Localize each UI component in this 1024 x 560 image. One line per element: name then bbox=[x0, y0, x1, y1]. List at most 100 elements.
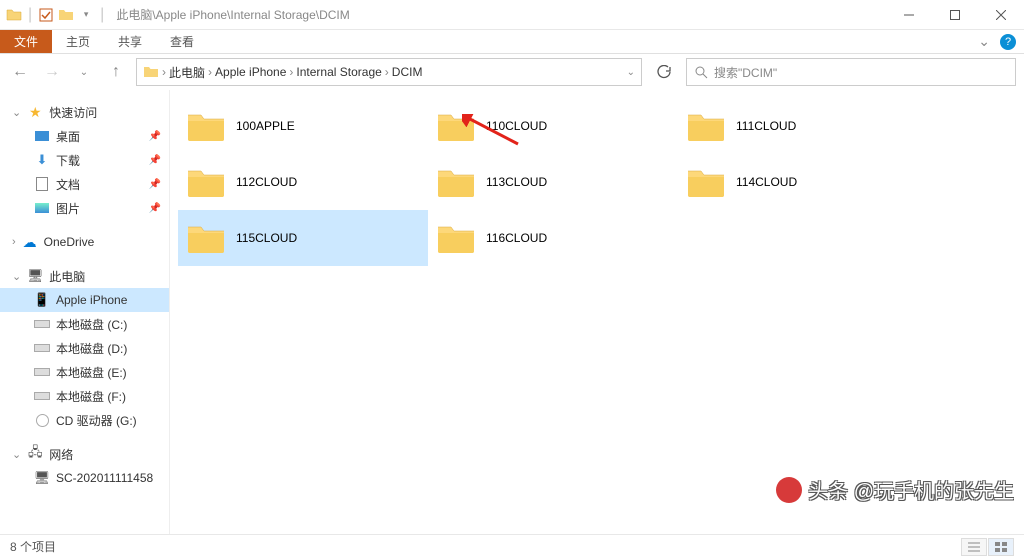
sidebar-item-desktop[interactable]: 桌面📌 bbox=[0, 124, 169, 148]
sidebar-onedrive[interactable]: › ☁ OneDrive bbox=[0, 230, 169, 254]
folder-item[interactable]: 115CLOUD bbox=[178, 210, 428, 266]
folder-label: 112CLOUD bbox=[236, 175, 297, 189]
nav-bar: ← → ⌄ ↑ › 此电脑 › Apple iPhone › Internal … bbox=[0, 54, 1024, 90]
maximize-button[interactable] bbox=[932, 0, 978, 30]
document-icon bbox=[34, 176, 50, 192]
chevron-down-icon: ⌄ bbox=[12, 448, 21, 461]
watermark: 头条 @玩手机的张先生 bbox=[776, 475, 1014, 504]
watermark-badge-icon bbox=[776, 477, 802, 503]
download-icon: ⬇ bbox=[34, 152, 50, 168]
close-button[interactable] bbox=[978, 0, 1024, 30]
chevron-right-icon: › bbox=[286, 65, 296, 79]
folder-label: 116CLOUD bbox=[486, 231, 547, 245]
folder-label: 111CLOUD bbox=[736, 119, 796, 133]
sidebar: ⌄ ★ 快速访问 桌面📌 ⬇ 下载📌 文档📌 图片📌 › ☁ OneDrive bbox=[0, 90, 170, 534]
tab-home[interactable]: 主页 bbox=[52, 30, 104, 53]
folder-small-icon[interactable] bbox=[58, 7, 74, 23]
chevron-right-icon: › bbox=[382, 65, 392, 79]
chevron-down-icon: ⌄ bbox=[12, 270, 21, 283]
sidebar-item-network-pc[interactable]: 🖥 SC-202011111458 bbox=[0, 466, 169, 490]
sidebar-network[interactable]: ⌄ 🖧 网络 bbox=[0, 442, 169, 466]
tab-file[interactable]: 文件 bbox=[0, 30, 52, 53]
sidebar-item-drive-f[interactable]: 本地磁盘 (F:) bbox=[0, 384, 169, 408]
folder-item[interactable]: 116CLOUD bbox=[428, 210, 678, 266]
sidebar-item-apple-iphone[interactable]: 📱 Apple iPhone bbox=[0, 288, 169, 312]
dropdown-icon[interactable]: ▾ bbox=[78, 7, 94, 23]
folder-label: 110CLOUD bbox=[486, 119, 547, 133]
sidebar-item-dvd[interactable]: CD 驱动器 (G:) bbox=[0, 408, 169, 432]
search-input[interactable]: 搜索"DCIM" bbox=[686, 58, 1016, 86]
sidebar-item-downloads[interactable]: ⬇ 下载📌 bbox=[0, 148, 169, 172]
folder-item[interactable]: 110CLOUD bbox=[428, 98, 678, 154]
minimize-button[interactable] bbox=[886, 0, 932, 30]
pin-icon: 📌 bbox=[149, 203, 161, 214]
iphone-icon: 📱 bbox=[34, 292, 50, 308]
tab-view[interactable]: 查看 bbox=[156, 30, 208, 53]
chevron-right-icon: › bbox=[12, 236, 16, 248]
tab-share[interactable]: 共享 bbox=[104, 30, 156, 53]
folder-item[interactable]: 111CLOUD bbox=[678, 98, 928, 154]
cloud-icon: ☁ bbox=[22, 234, 38, 250]
folder-item[interactable]: 114CLOUD bbox=[678, 154, 928, 210]
folder-item[interactable]: 113CLOUD bbox=[428, 154, 678, 210]
pc-icon: 🖥 bbox=[34, 470, 50, 486]
disc-icon bbox=[34, 412, 50, 428]
drive-icon bbox=[34, 340, 50, 356]
star-icon: ★ bbox=[27, 104, 43, 120]
breadcrumb-item[interactable]: Internal Storage bbox=[296, 65, 381, 79]
sidebar-quick-access[interactable]: ⌄ ★ 快速访问 bbox=[0, 100, 169, 124]
folder-label: 100APPLE bbox=[236, 119, 295, 133]
refresh-button[interactable] bbox=[650, 58, 678, 86]
breadcrumb-item[interactable]: DCIM bbox=[392, 65, 423, 79]
divider: | bbox=[26, 6, 34, 24]
pc-icon: 🖥 bbox=[27, 268, 43, 284]
breadcrumb-item[interactable]: Apple iPhone bbox=[215, 65, 286, 79]
ribbon-tabs: 文件 主页 共享 查看 ⌄ ? bbox=[0, 30, 1024, 54]
folder-item[interactable]: 100APPLE bbox=[178, 98, 428, 154]
folder-label: 114CLOUD bbox=[736, 175, 797, 189]
divider: | bbox=[98, 6, 106, 24]
checkbox-icon[interactable] bbox=[38, 7, 54, 23]
window-title: 此电脑\Apple iPhone\Internal Storage\DCIM bbox=[110, 6, 349, 23]
help-icon[interactable]: ? bbox=[1000, 34, 1016, 50]
pin-icon: 📌 bbox=[149, 179, 161, 190]
status-bar: 8 个项目 bbox=[0, 534, 1024, 558]
desktop-icon bbox=[34, 128, 50, 144]
title-bar: | ▾ | 此电脑\Apple iPhone\Internal Storage\… bbox=[0, 0, 1024, 30]
up-button[interactable]: ↑ bbox=[104, 60, 128, 84]
folder-item[interactable]: 112CLOUD bbox=[178, 154, 428, 210]
recent-dropdown[interactable]: ⌄ bbox=[72, 60, 96, 84]
search-placeholder: 搜索"DCIM" bbox=[714, 64, 777, 81]
forward-button[interactable]: → bbox=[40, 60, 64, 84]
folder-icon bbox=[143, 64, 159, 80]
network-icon: 🖧 bbox=[27, 446, 43, 462]
back-button[interactable]: ← bbox=[8, 60, 32, 84]
view-details-button[interactable] bbox=[961, 538, 987, 556]
chevron-down-icon: ⌄ bbox=[12, 106, 21, 119]
sidebar-item-drive-c[interactable]: 本地磁盘 (C:) bbox=[0, 312, 169, 336]
breadcrumb-item[interactable]: 此电脑 bbox=[169, 64, 205, 81]
chevron-down-icon[interactable]: ⌄ bbox=[627, 67, 635, 78]
view-icons-button[interactable] bbox=[988, 538, 1014, 556]
pin-icon: 📌 bbox=[149, 131, 161, 142]
folder-icon bbox=[6, 7, 22, 23]
picture-icon bbox=[34, 200, 50, 216]
folder-label: 113CLOUD bbox=[486, 175, 547, 189]
drive-icon bbox=[34, 316, 50, 332]
drive-icon bbox=[34, 364, 50, 380]
chevron-right-icon: › bbox=[205, 65, 215, 79]
chevron-right-icon: › bbox=[159, 65, 169, 79]
sidebar-item-drive-d[interactable]: 本地磁盘 (D:) bbox=[0, 336, 169, 360]
item-count: 8 个项目 bbox=[10, 538, 56, 555]
folder-label: 115CLOUD bbox=[236, 231, 297, 245]
sidebar-this-pc[interactable]: ⌄ 🖥 此电脑 bbox=[0, 264, 169, 288]
chevron-down-icon[interactable]: ⌄ bbox=[978, 33, 990, 50]
folder-content[interactable]: 100APPLE 110CLOUD 111CLOUD 112CLOUD 113CLOUD… bbox=[170, 90, 1024, 534]
breadcrumb[interactable]: › 此电脑 › Apple iPhone › Internal Storage … bbox=[136, 58, 642, 86]
pin-icon: 📌 bbox=[149, 155, 161, 166]
search-icon bbox=[695, 66, 708, 79]
sidebar-item-drive-e[interactable]: 本地磁盘 (E:) bbox=[0, 360, 169, 384]
sidebar-item-pictures[interactable]: 图片📌 bbox=[0, 196, 169, 220]
drive-icon bbox=[34, 388, 50, 404]
sidebar-item-documents[interactable]: 文档📌 bbox=[0, 172, 169, 196]
